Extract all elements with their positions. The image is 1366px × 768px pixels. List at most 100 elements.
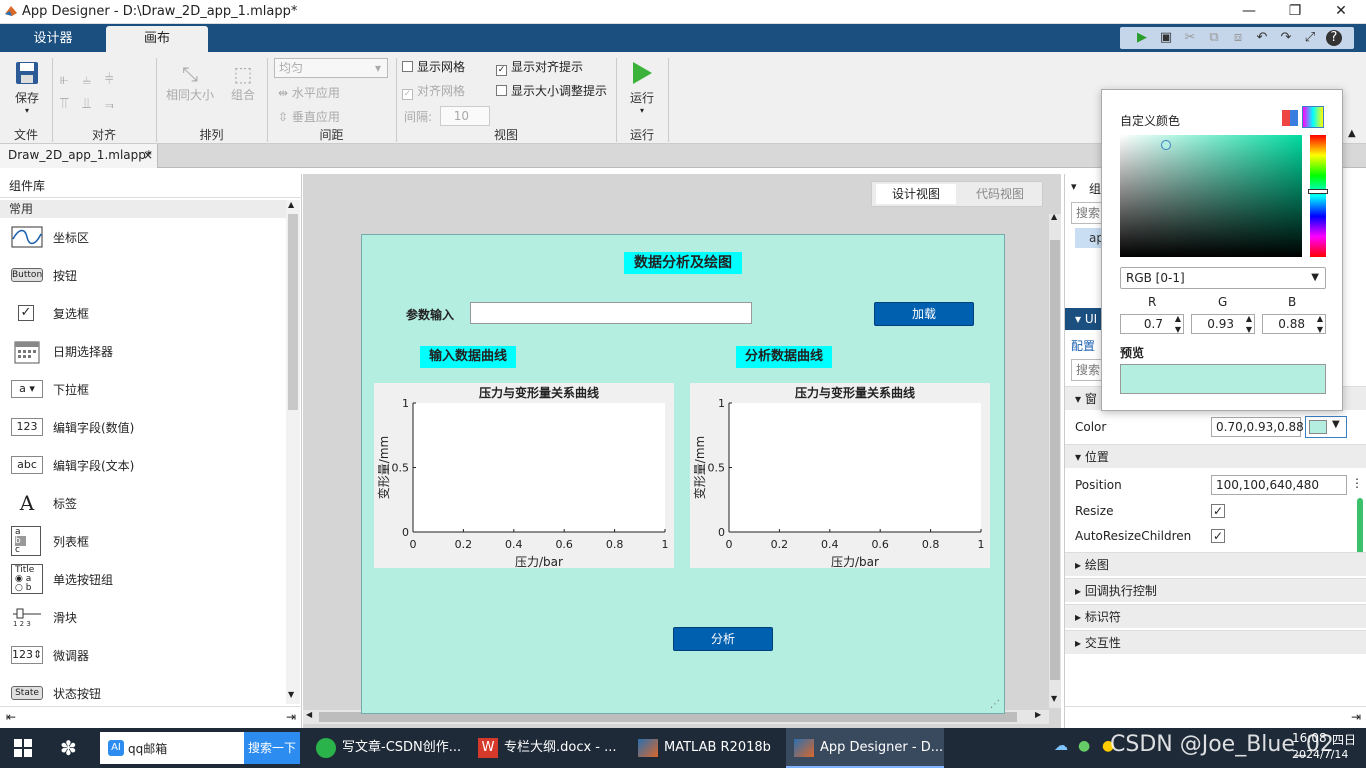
component-item[interactable]: 坐标区 — [0, 218, 286, 256]
scroll-up-icon[interactable]: ▲ — [288, 200, 294, 209]
resize-checkbox[interactable]: ✓ — [1211, 504, 1225, 518]
tab-canvas[interactable]: 画布 — [106, 26, 208, 52]
analyze-button[interactable]: 分析 — [673, 627, 773, 651]
b-spinner[interactable]: 0.88 ▲ ▼ — [1262, 314, 1326, 334]
collapse-browser-icon[interactable]: ▾ — [1071, 180, 1077, 193]
resize-grip-icon[interactable]: ⋰ — [990, 699, 1000, 710]
show-align-hint-checkbox[interactable]: ✓ 显示对齐提示 — [496, 58, 583, 76]
interval-spinner[interactable]: 10 — [440, 106, 490, 126]
component-item[interactable]: Button 按钮 — [0, 256, 286, 294]
scroll-up-icon[interactable]: ▲ — [1051, 212, 1057, 221]
component-item[interactable]: ✓ 复选框 — [0, 294, 286, 332]
component-item[interactable]: a ▾ 下拉框 — [0, 370, 286, 408]
close-window-button[interactable]: ✕ — [1318, 0, 1364, 24]
collapse-ribbon-icon[interactable]: ▲ — [1348, 128, 1356, 139]
v-apply-button[interactable]: ⇳ 垂直应用 — [278, 108, 340, 125]
align-bottom-icons[interactable]: ⫪⫫⫬ — [60, 94, 128, 112]
minimize-button[interactable]: — — [1226, 0, 1272, 24]
undo-icon[interactable]: ↶ — [1254, 30, 1270, 46]
spacing-dropdown[interactable]: 均匀 ▾ — [274, 58, 388, 78]
show-resize-hint-checkbox[interactable]: 显示大小调整提示 — [496, 82, 607, 99]
hue-slider[interactable] — [1308, 135, 1328, 257]
taskbar-app-csdn[interactable]: 写文章-CSDN创作... — [308, 728, 468, 768]
component-item[interactable]: 123⇕ 微调器 — [0, 636, 286, 674]
windows-start-icon[interactable] — [14, 739, 32, 757]
design-view-button[interactable]: 设计视图 — [876, 184, 956, 204]
g-spinner[interactable]: 0.93 ▲ ▼ — [1191, 314, 1255, 334]
position-value-field[interactable]: 100,100,640,480 — [1211, 475, 1347, 495]
spectrum-icon[interactable] — [1302, 106, 1324, 128]
axes-plot[interactable]: 0 0.2 0.4 0.6 0.8 1 0 0.5 1 压力与变形量关系曲线 压力/bar 变形量/m… — [374, 383, 674, 569]
section-position[interactable]: ▾ 位置 — [1065, 444, 1366, 468]
load-button[interactable]: 加载 — [874, 302, 974, 326]
redo-icon[interactable]: ↷ — [1278, 30, 1294, 46]
analysis-curve-label[interactable]: 分析数据曲线 — [736, 346, 832, 368]
copy-icon[interactable]: ⧉ — [1206, 30, 1222, 46]
section-callback[interactable]: ▸ 回调执行控制 — [1065, 578, 1366, 602]
document-tab[interactable]: Draw_2D_app_1.mlapp* × — [0, 144, 158, 168]
run-button[interactable]: 运行 ▾ — [624, 60, 660, 115]
paste-icon[interactable]: ⧈ — [1230, 30, 1246, 46]
scroll-down-icon[interactable]: ▼ — [1051, 694, 1057, 703]
onedrive-icon[interactable]: ☁ — [1054, 738, 1068, 754]
align-left-icons[interactable]: ⫦⫨⫩ — [60, 70, 128, 88]
palette-icon[interactable] — [1282, 110, 1298, 126]
app-title-label[interactable]: 数据分析及绘图 — [624, 252, 742, 274]
save-button[interactable]: 保存 ▾ — [12, 60, 42, 120]
same-size-button[interactable]: ⤡ 相同大小 — [164, 62, 216, 103]
scroll-down-icon[interactable]: ▼ — [288, 690, 294, 699]
taskbar-app-wps[interactable]: W 专栏大纲.docx - ... — [470, 728, 628, 768]
more-options-icon[interactable]: ⋮ — [1351, 476, 1363, 490]
component-item[interactable]: A 标签 — [0, 484, 286, 522]
group-button[interactable]: ⬚ 组合 — [226, 62, 260, 103]
app-figure[interactable]: 数据分析及绘图 参数输入 加载 输入数据曲线 分析数据曲线 0 0.2 0.4 0.6… — [361, 234, 1005, 714]
param-input-field[interactable] — [470, 302, 752, 324]
component-item[interactable]: 1 2 3 滑块 — [0, 598, 286, 636]
color-value-field[interactable]: 0.70,0.93,0.88 — [1211, 417, 1304, 437]
code-view-button[interactable]: 代码视图 — [960, 184, 1040, 204]
prop-scrollbar-thumb[interactable] — [1357, 498, 1363, 554]
taskbar-app-matlab[interactable]: MATLAB R2018b — [630, 728, 784, 768]
param-input-label[interactable]: 参数输入 — [406, 306, 454, 323]
component-item[interactable]: abc 编辑字段(文本) — [0, 446, 286, 484]
section-identifier[interactable]: ▸ 标识符 — [1065, 604, 1366, 628]
component-library-scrollbar[interactable]: ▲ ▼ — [286, 200, 300, 704]
taskbar-search-button[interactable]: 搜索一下 — [244, 732, 300, 764]
last-page-icon[interactable]: ⇥ — [1351, 710, 1361, 724]
color-mode-dropdown[interactable]: RGB [0-1] ▼ — [1120, 267, 1326, 289]
spinner-arrows-icon[interactable]: ▲ ▼ — [1246, 313, 1252, 335]
tab-config[interactable]: 配置 — [1071, 337, 1095, 354]
close-tab-icon[interactable]: × — [143, 144, 153, 166]
axes-plot[interactable]: 0 0.2 0.4 0.6 0.8 1 0 0.5 1 压力与变形量关系曲线 压力/bar 变形量/m… — [690, 383, 990, 569]
restore-button[interactable]: ❐ — [1272, 0, 1318, 24]
spinner-arrows-icon[interactable]: ▲ ▼ — [1317, 313, 1323, 335]
show-grid-checkbox[interactable]: 显示网格 — [402, 58, 465, 75]
hue-slider-thumb[interactable] — [1308, 189, 1328, 194]
last-page-icon[interactable]: ⇥ — [286, 710, 296, 724]
scroll-right-icon[interactable]: ▶ — [1035, 710, 1041, 719]
r-spinner[interactable]: 0.7 ▲ ▼ — [1120, 314, 1184, 334]
input-curve-label[interactable]: 输入数据曲线 — [420, 346, 516, 368]
taskbar-search[interactable]: AI qq邮箱 搜索一下 — [100, 732, 300, 764]
tray-e-icon[interactable]: ● — [1078, 738, 1090, 754]
h-apply-button[interactable]: ⇹ 水平应用 — [278, 84, 340, 101]
color-swatch-button[interactable]: ▼ — [1305, 416, 1347, 438]
canvas-v-scrollbar[interactable]: ▲ ▼ — [1049, 212, 1061, 708]
component-item[interactable]: 123 编辑字段(数值) — [0, 408, 286, 446]
color-cursor[interactable] — [1161, 140, 1171, 150]
cut-icon[interactable]: ✂ — [1182, 30, 1198, 46]
taskbar-app-appdesigner[interactable]: App Designer - D... — [786, 728, 944, 768]
fan-icon[interactable]: ✽ — [60, 736, 77, 760]
share-icon[interactable]: ⤢ — [1302, 30, 1318, 46]
component-item[interactable]: 日期选择器 — [0, 332, 286, 370]
help-icon[interactable]: ? — [1326, 30, 1342, 46]
save-icon[interactable]: ▣ — [1158, 30, 1174, 46]
component-item[interactable]: ab c 列表框 — [0, 522, 286, 560]
saturation-area[interactable] — [1120, 135, 1302, 257]
autoresize-checkbox[interactable]: ✓ — [1211, 529, 1225, 543]
scroll-left-icon[interactable]: ◀ — [306, 710, 312, 719]
component-item[interactable]: Title ◉ a ○ b 单选按钮组 — [0, 560, 286, 598]
section-interact[interactable]: ▸ 交互性 — [1065, 630, 1366, 654]
first-page-icon[interactable]: ⇤ — [6, 710, 16, 724]
spinner-arrows-icon[interactable]: ▲ ▼ — [1175, 313, 1181, 335]
